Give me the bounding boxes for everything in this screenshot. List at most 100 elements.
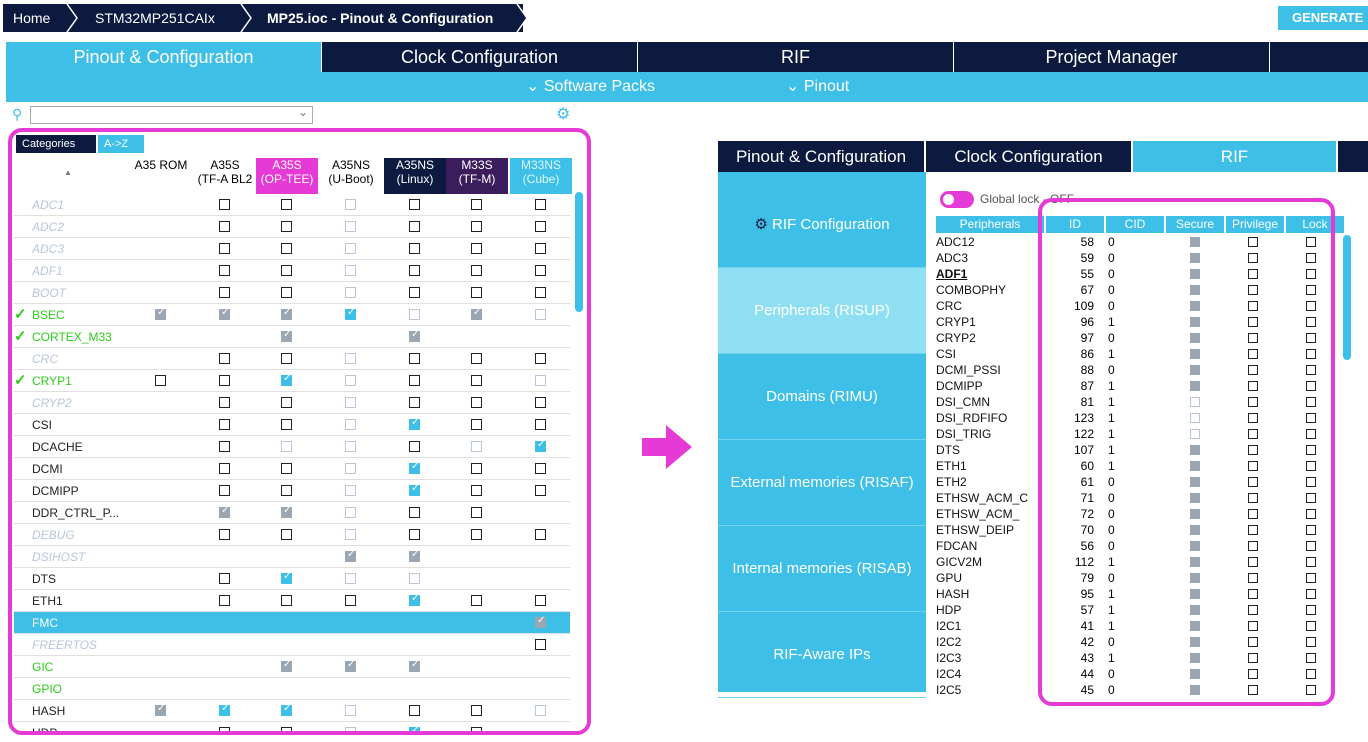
context-checkbox[interactable]	[345, 463, 356, 474]
table-row[interactable]: DCMIPP	[14, 480, 570, 502]
search-input[interactable]: ⌄	[30, 105, 313, 124]
context-checkbox[interactable]	[535, 485, 546, 496]
context-checkbox[interactable]	[535, 439, 546, 452]
column-header[interactable]: A35NS (Linux)	[384, 158, 446, 194]
context-checkbox[interactable]	[345, 353, 356, 364]
tab-pinout-configuration[interactable]: Pinout & Configuration	[718, 141, 926, 172]
context-checkbox[interactable]	[281, 329, 292, 342]
context-checkbox[interactable]	[281, 265, 292, 276]
context-checkbox[interactable]	[345, 595, 356, 606]
context-checkbox[interactable]	[409, 375, 420, 386]
context-checkbox[interactable]	[409, 287, 420, 298]
sidebar-item[interactable]: Domains (RIMU)	[718, 354, 926, 440]
context-checkbox[interactable]	[219, 353, 230, 364]
context-checkbox[interactable]	[155, 703, 166, 716]
context-checkbox[interactable]	[281, 571, 292, 584]
context-checkbox[interactable]	[219, 287, 230, 298]
context-checkbox[interactable]	[345, 529, 356, 540]
tab-clock-configuration[interactable]: Clock Configuration	[926, 141, 1133, 172]
scrollbar[interactable]	[1343, 235, 1351, 360]
context-checkbox[interactable]	[219, 595, 230, 606]
context-checkbox[interactable]	[281, 307, 292, 320]
context-checkbox[interactable]	[471, 199, 482, 210]
context-checkbox[interactable]	[471, 485, 482, 496]
context-checkbox[interactable]	[219, 529, 230, 540]
tab-pinout-configuration[interactable]: Pinout & Configuration	[6, 42, 322, 72]
table-row[interactable]: DDR_CTRL_P...	[14, 502, 570, 524]
context-checkbox[interactable]	[409, 417, 420, 430]
context-checkbox[interactable]	[409, 329, 420, 342]
sidebar-item[interactable]: ⚙ RIF Configuration	[718, 182, 926, 268]
context-checkbox[interactable]	[535, 243, 546, 254]
table-row[interactable]: GPIO	[14, 678, 570, 700]
context-checkbox[interactable]	[409, 265, 420, 276]
context-checkbox[interactable]	[219, 419, 230, 430]
context-checkbox[interactable]	[409, 461, 420, 474]
context-checkbox[interactable]	[219, 441, 230, 452]
table-row[interactable]: ADC2	[14, 216, 570, 238]
breadcrumb-device[interactable]: STM32MP251CAIx	[95, 4, 215, 32]
context-checkbox[interactable]	[219, 485, 230, 496]
context-checkbox[interactable]	[535, 375, 546, 386]
table-row[interactable]: DEBUG	[14, 524, 570, 546]
table-row[interactable]: ADF1	[14, 260, 570, 282]
context-checkbox[interactable]	[219, 221, 230, 232]
sidebar-item[interactable]: Peripherals (RISUP)	[718, 268, 926, 354]
tab-project-manager[interactable]: Project Manager	[954, 42, 1270, 72]
context-checkbox[interactable]	[345, 397, 356, 408]
context-checkbox[interactable]	[471, 353, 482, 364]
context-checkbox[interactable]	[345, 573, 356, 584]
context-checkbox[interactable]	[471, 243, 482, 254]
context-checkbox[interactable]	[281, 221, 292, 232]
context-checkbox[interactable]	[471, 265, 482, 276]
context-checkbox[interactable]	[345, 287, 356, 298]
context-checkbox[interactable]	[281, 419, 292, 430]
context-checkbox[interactable]	[409, 221, 420, 232]
context-checkbox[interactable]	[471, 419, 482, 430]
table-row[interactable]: FMC	[14, 612, 570, 634]
context-checkbox[interactable]	[471, 529, 482, 540]
context-checkbox[interactable]	[345, 549, 356, 562]
sidebar-item[interactable]: External memories (RISAF)	[718, 440, 926, 526]
context-checkbox[interactable]	[281, 529, 292, 540]
sort-icon[interactable]: ▲	[64, 168, 72, 177]
tab-a-z[interactable]: A->Z	[98, 135, 144, 153]
context-checkbox[interactable]	[345, 265, 356, 276]
table-row[interactable]: DTS	[14, 568, 570, 590]
context-checkbox[interactable]	[535, 199, 546, 210]
context-checkbox[interactable]	[281, 353, 292, 364]
context-checkbox[interactable]	[281, 287, 292, 298]
context-checkbox[interactable]	[219, 727, 230, 731]
context-checkbox[interactable]	[281, 199, 292, 210]
context-checkbox[interactable]	[345, 485, 356, 496]
generate-code-button[interactable]: GENERATE	[1278, 6, 1368, 30]
pinout-menu[interactable]: ⌄ Pinout	[786, 72, 849, 102]
table-row[interactable]: ✓ BSEC	[14, 304, 570, 326]
context-checkbox[interactable]	[471, 441, 482, 452]
chevron-down-icon[interactable]: ⌄	[298, 105, 308, 119]
table-row[interactable]: ADC1	[14, 194, 570, 216]
table-row[interactable]: ✓ CRYP1	[14, 370, 570, 392]
context-checkbox[interactable]	[219, 243, 230, 254]
context-checkbox[interactable]	[535, 221, 546, 232]
context-checkbox[interactable]	[281, 397, 292, 408]
context-checkbox[interactable]	[219, 703, 230, 716]
context-checkbox[interactable]	[219, 573, 230, 584]
tab-rif[interactable]: RIF	[1133, 141, 1338, 172]
table-row[interactable]: HASH	[14, 700, 570, 722]
table-row[interactable]: DCACHE	[14, 436, 570, 458]
context-checkbox[interactable]	[409, 507, 420, 518]
gear-icon[interactable]: ⚙	[556, 104, 570, 124]
context-checkbox[interactable]	[345, 243, 356, 254]
context-checkbox[interactable]	[281, 373, 292, 386]
context-checkbox[interactable]	[219, 505, 230, 518]
breadcrumb-project[interactable]: MP25.ioc - Pinout & Configuration	[267, 4, 493, 32]
context-checkbox[interactable]	[281, 243, 292, 254]
column-header[interactable]: A35S (OP-TEE)	[256, 158, 318, 194]
context-checkbox[interactable]	[345, 221, 356, 232]
context-checkbox[interactable]	[535, 529, 546, 540]
table-row[interactable]: FREERTOS	[14, 634, 570, 656]
context-checkbox[interactable]	[219, 463, 230, 474]
scrollbar[interactable]	[575, 192, 583, 312]
table-row[interactable]: ADC3	[14, 238, 570, 260]
